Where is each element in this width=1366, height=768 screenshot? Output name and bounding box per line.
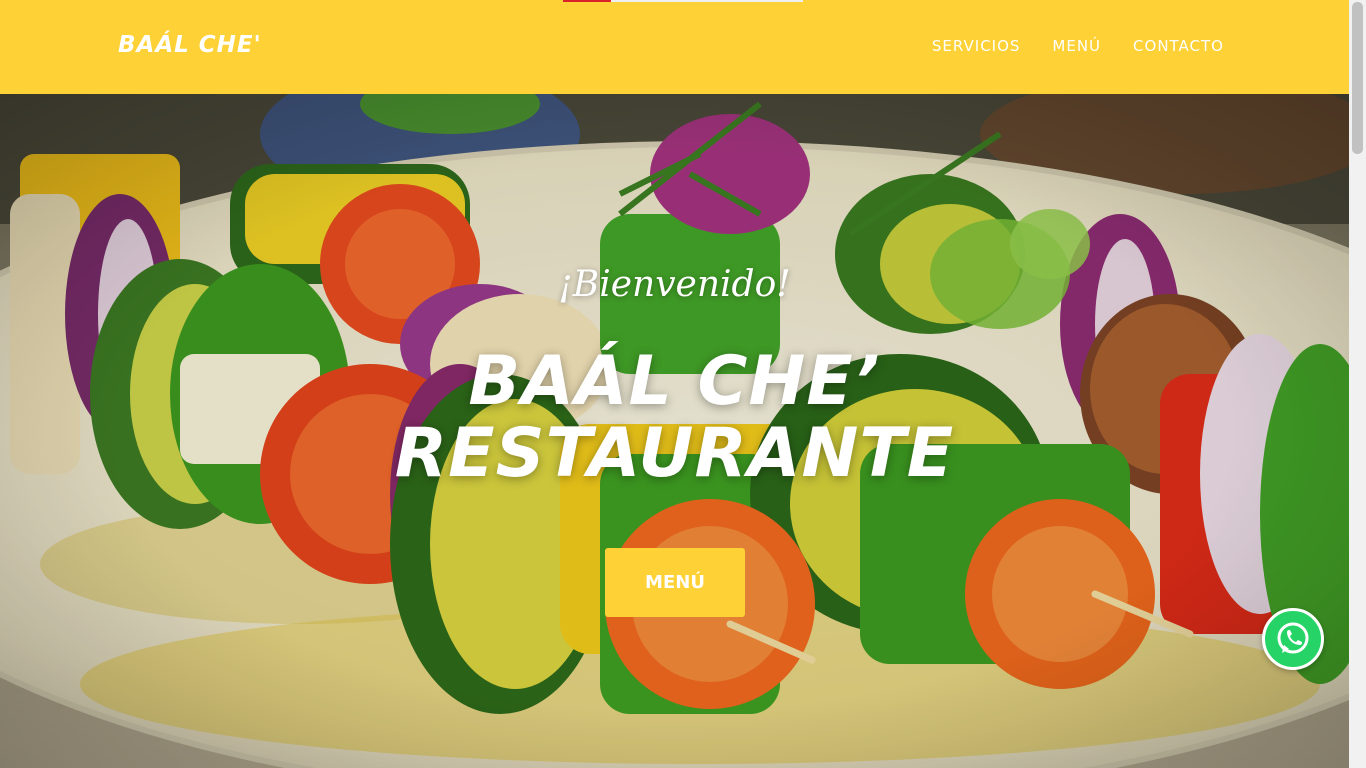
hero-menu-button[interactable]: MENÚ [605,548,745,617]
nav-link-menu[interactable]: MENÚ [1052,37,1101,55]
hero-subheading: ¡Bienvenido! [558,264,791,305]
top-progress-fill [563,0,611,2]
vertical-scrollbar[interactable] [1349,0,1366,768]
hero-heading-line1: BAÁL CHE’ [468,342,881,421]
scrollbar-thumb[interactable] [1352,2,1363,154]
hero-heading: BAÁL CHE’ RESTAURANTE [0,346,1349,490]
hero-section: ¡Bienvenido! BAÁL CHE’ RESTAURANTE MENÚ [0,94,1349,768]
top-progress-strip [563,0,803,2]
hero-content: ¡Bienvenido! BAÁL CHE’ RESTAURANTE MENÚ [0,94,1349,768]
nav-link-servicios[interactable]: SERVICIOS [932,37,1021,55]
nav-links: SERVICIOS MENÚ CONTACTO [932,37,1224,55]
hero-heading-line2: RESTAURANTE [394,414,955,493]
navbar: BAÁL CHE' SERVICIOS MENÚ CONTACTO [0,0,1349,94]
whatsapp-icon [1277,622,1309,654]
nav-link-contacto[interactable]: CONTACTO [1133,37,1224,55]
whatsapp-button[interactable] [1262,608,1324,670]
brand-logo[interactable]: BAÁL CHE' [118,32,262,58]
